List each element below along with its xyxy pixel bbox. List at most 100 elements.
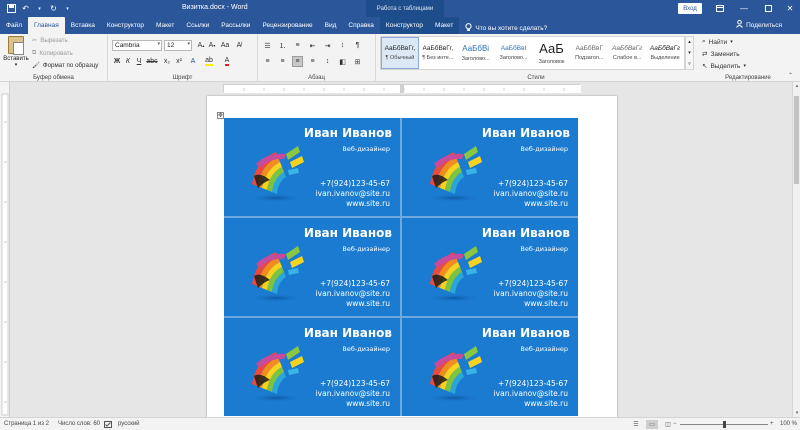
tab-review[interactable]: Рецензирование xyxy=(256,17,318,34)
focus-mode-icon[interactable]: ☰ xyxy=(630,420,642,429)
tab-layout[interactable]: Макет xyxy=(150,17,180,34)
styles-gallery-scroll[interactable]: ▴ ▾ ▿ xyxy=(685,36,694,70)
horizontal-ruler xyxy=(223,84,581,93)
collapse-ribbon-icon[interactable]: ⌃ xyxy=(788,72,793,79)
undo-dropdown-icon[interactable]: ▾ xyxy=(34,3,45,14)
tab-insert[interactable]: Вставка xyxy=(65,17,101,34)
align-right-icon[interactable]: ≡ xyxy=(292,56,303,67)
business-card[interactable]: Иван Иванов Веб-дизайнер +7(924)123-45-67 i… xyxy=(402,318,578,416)
scroll-up-icon[interactable]: ▴ xyxy=(793,82,800,90)
font-size-combo[interactable]: 12 ▾ xyxy=(164,40,192,51)
zoom-level[interactable]: 100 % xyxy=(780,421,797,427)
tab-help[interactable]: Справка xyxy=(342,17,380,34)
chevron-up-icon[interactable]: ▴ xyxy=(688,39,691,45)
select-button[interactable]: ↖ Выделить ▾ xyxy=(702,62,746,71)
style-title[interactable]: АаБ Заголовок xyxy=(533,37,571,69)
scroll-down-icon[interactable]: ▾ xyxy=(793,409,800,417)
superscript-icon[interactable]: x² xyxy=(174,56,184,67)
borders-icon[interactable]: ⊞ xyxy=(352,56,363,67)
colorful-swirl-logo xyxy=(246,142,306,204)
close-icon[interactable]: ✕ xyxy=(778,0,800,17)
print-layout-icon[interactable]: ▭ xyxy=(646,420,658,429)
line-spacing-icon[interactable]: ↕ xyxy=(322,56,333,67)
numbering-icon[interactable]: ⒈ xyxy=(277,40,288,51)
style-subtle-emphasis[interactable]: АаБбВвГг Слабое в... xyxy=(608,37,646,69)
sort-icon[interactable]: ↕ xyxy=(337,40,348,51)
style-heading-2[interactable]: АаБбВвІ Заголово... xyxy=(495,37,533,69)
zoom-in-icon[interactable]: + xyxy=(770,421,774,427)
minimize-icon[interactable]: — xyxy=(732,0,756,17)
maximize-icon[interactable] xyxy=(756,0,780,17)
chevron-down-icon[interactable]: ▾ xyxy=(688,50,691,56)
shrink-font-icon[interactable]: A ▾ xyxy=(207,40,217,51)
tab-table-layout[interactable]: Макет xyxy=(428,17,460,34)
table-move-handle-icon[interactable]: ✥ xyxy=(217,112,224,119)
scroll-thumb[interactable] xyxy=(794,96,799,184)
style-emphasis[interactable]: АаБбВвГг Выделение xyxy=(646,37,684,69)
business-card[interactable]: Иван Иванов Веб-дизайнер +7(924)123-45-67 i… xyxy=(224,318,400,416)
change-case-icon[interactable]: Aa xyxy=(220,40,230,51)
decrease-indent-icon[interactable]: ⇤ xyxy=(307,40,318,51)
page-counter[interactable]: Страница 1 из 2 xyxy=(4,421,49,427)
language-indicator[interactable]: русский xyxy=(118,421,140,427)
highlight-color-icon[interactable]: ab xyxy=(204,56,214,67)
tab-references[interactable]: Ссылки xyxy=(180,17,215,34)
more-styles-icon[interactable]: ▿ xyxy=(688,61,691,67)
signin-button[interactable]: Вход xyxy=(678,3,702,14)
show-marks-icon[interactable]: ¶ xyxy=(352,40,363,51)
increase-indent-icon[interactable]: ⇥ xyxy=(322,40,333,51)
format-painter-button[interactable]: 🖌 Формат по образцу xyxy=(32,61,98,70)
align-center-icon[interactable]: ≡ xyxy=(277,56,288,67)
business-card[interactable]: Иван Иванов Веб-дизайнер +7(924)123-45-67 i… xyxy=(402,118,578,216)
document-name: Визитка.docx xyxy=(182,4,225,11)
word-window: ↶ ▾ ↻ ▾ Визитка.docx - Word Работа с таб… xyxy=(0,0,800,430)
cut-button[interactable]: ✂ Вырезать xyxy=(32,37,68,44)
font-color-icon[interactable]: A xyxy=(222,56,232,67)
card-phone: +7(924)123-45-67 xyxy=(497,279,568,288)
ribbon-display-icon[interactable] xyxy=(708,0,732,17)
word-count[interactable]: Число слов: 60 xyxy=(58,421,100,427)
share-button[interactable]: Поделиться xyxy=(736,19,782,30)
strikethrough-icon[interactable]: abc xyxy=(146,56,157,67)
proofing-icon[interactable] xyxy=(104,421,112,430)
font-name-combo[interactable]: Cambria ▾ xyxy=(112,40,162,51)
subscript-icon[interactable]: x₂ xyxy=(162,56,172,67)
underline-icon[interactable]: Ч xyxy=(134,56,144,67)
find-button[interactable]: ⌕ Найти ▾ xyxy=(702,38,733,46)
undo-icon[interactable]: ↶ xyxy=(20,3,31,14)
replace-button[interactable]: ⇄ Заменить xyxy=(702,50,740,59)
customize-qat-icon[interactable]: ▾ xyxy=(62,3,73,14)
clear-formatting-icon[interactable]: A̸ xyxy=(234,40,244,51)
justify-icon[interactable]: ≡ xyxy=(307,56,318,67)
italic-icon[interactable]: К xyxy=(123,56,133,67)
shading-icon[interactable]: ◧ xyxy=(337,56,348,67)
zoom-out-icon[interactable]: − xyxy=(673,421,677,427)
grow-font-icon[interactable]: A ▴ xyxy=(196,40,206,51)
bullets-icon[interactable]: ☰ xyxy=(262,40,273,51)
tab-mailings[interactable]: Рассылки xyxy=(215,17,256,34)
save-icon[interactable] xyxy=(6,3,17,14)
tab-design[interactable]: Конструктор xyxy=(101,17,150,34)
style-normal[interactable]: АаБбВвГг, ¶ Обычный xyxy=(381,37,419,69)
tab-table-design[interactable]: Конструктор xyxy=(379,17,429,34)
tell-me-box[interactable]: Что вы хотите сделать? xyxy=(459,23,547,34)
zoom-slider-thumb[interactable] xyxy=(723,421,726,428)
bold-icon[interactable]: Ж xyxy=(112,56,122,67)
style-no-spacing[interactable]: АаБбВвГг, ¶ Без инте... xyxy=(419,37,457,69)
redo-icon[interactable]: ↻ xyxy=(48,3,59,14)
tab-home[interactable]: Главная xyxy=(27,17,65,34)
business-card[interactable]: Иван Иванов Веб-дизайнер +7(924)123-45-67 i… xyxy=(402,218,578,316)
tab-view[interactable]: Вид xyxy=(319,17,343,34)
text-effects-icon[interactable]: A xyxy=(188,56,198,67)
paste-button[interactable]: Вставить ▾ xyxy=(3,36,29,70)
align-left-icon[interactable]: ≡ xyxy=(262,56,273,67)
business-card[interactable]: Иван Иванов Веб-дизайнер +7(924)123-45-67 i… xyxy=(224,218,400,316)
tab-file[interactable]: Файл xyxy=(0,17,28,34)
style-subtitle[interactable]: АаБбВвГ Подзагол... xyxy=(570,37,608,69)
style-heading-1[interactable]: АаБбВі Заголово... xyxy=(457,37,495,69)
card-site: www.site.ru xyxy=(524,299,568,308)
business-card[interactable]: Иван Иванов Веб-дизайнер +7(924)123-45-67 i… xyxy=(224,118,400,216)
multilevel-list-icon[interactable]: ≡ xyxy=(292,40,303,51)
vertical-scrollbar[interactable]: ▴ ▾ xyxy=(792,82,800,417)
copy-button[interactable]: ⧉ Копировать xyxy=(32,49,73,57)
